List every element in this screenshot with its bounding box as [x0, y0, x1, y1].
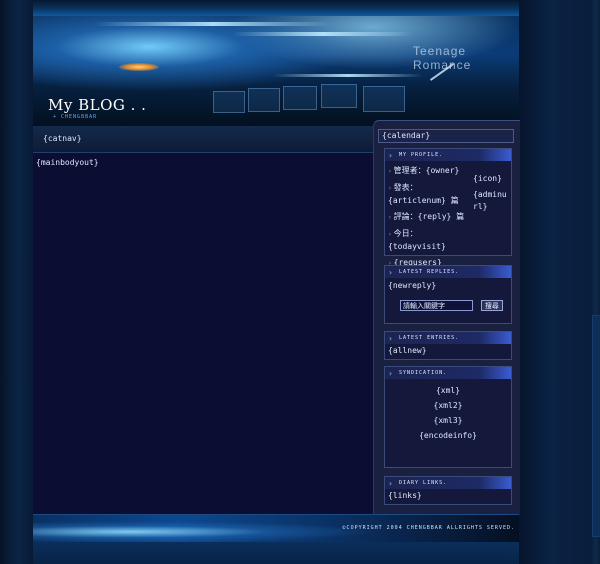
profile-item: › 評論：{reply} 篇: [388, 212, 465, 221]
bullet-icon: ›: [388, 185, 392, 192]
syndication-link-xml2[interactable]: {xml2}: [385, 400, 511, 412]
main-body: {mainbodyout}: [36, 158, 99, 167]
search-button[interactable]: 搜尋: [480, 300, 503, 311]
banner-light-rail: [233, 32, 413, 36]
right-gutter: [519, 0, 600, 564]
sidebar: {calendar} › MY PROFILE. › 管理者：{owner} › 發…: [373, 120, 520, 515]
top-strip: [33, 0, 519, 16]
entries-panel: › LATEST ENTRIES. {allnew}: [384, 331, 512, 360]
banner-lamp: [119, 63, 159, 71]
replies-header: › LATEST REPLIES.: [385, 266, 511, 278]
banner-window: [363, 86, 405, 112]
scrollbar-thumb[interactable]: [592, 315, 600, 537]
links-heading: DIARY LINKS.: [399, 480, 448, 486]
footer: ©COPYRIGHT 2004 CHENGBBAR ALLRIGHTS SERV…: [33, 514, 519, 543]
links-panel: › DIARY LINKS. {links}: [384, 476, 512, 505]
blog-subtitle: + CHENGBBAR: [53, 114, 98, 120]
all-new: {allnew}: [388, 346, 427, 355]
profile-icon: {icon}: [473, 174, 502, 183]
bullet-icon: ›: [388, 231, 392, 238]
calendar[interactable]: {calendar}: [378, 129, 514, 143]
profile-heading: MY PROFILE.: [399, 152, 444, 158]
syndication-panel: › SYNDICATION. {xml} {xml2} {xml3} {enco…: [384, 366, 512, 468]
profile-item: › 發表：{articlenum} 篇: [388, 183, 459, 205]
copyright: ©COPYRIGHT 2004 CHENGBBAR ALLRIGHTS SERV…: [342, 525, 515, 531]
profile-icon-column: {icon} {adminurl}: [473, 173, 509, 213]
left-gutter: [0, 0, 33, 564]
category-nav[interactable]: {catnav}: [33, 126, 373, 153]
banner-window: [321, 84, 357, 108]
encode-info: {encodeinfo}: [419, 431, 477, 440]
replies-panel: › LATEST REPLIES. {newreply} 搜尋: [384, 265, 512, 324]
banner-window: [248, 88, 280, 112]
profile-header: › MY PROFILE.: [385, 149, 511, 161]
entries-heading: LATEST ENTRIES.: [399, 335, 460, 341]
bullet-icon: ›: [388, 168, 392, 175]
profile-item: › 管理者：{owner}: [388, 166, 460, 175]
banner-window: [283, 86, 317, 110]
syndication-heading: SYNDICATION.: [399, 370, 448, 376]
replies-heading: LATEST REPLIES.: [399, 269, 460, 275]
admin-link[interactable]: {adminurl}: [473, 189, 509, 213]
header-banner: Teenage Romance My BLOG . . + CHENGBBAR: [33, 16, 519, 126]
diary-links[interactable]: {links}: [385, 489, 511, 502]
syndication-header: › SYNDICATION.: [385, 367, 511, 379]
scrollbar[interactable]: [591, 0, 600, 564]
banner-light-rail: [273, 74, 423, 77]
syndication-link-xml[interactable]: {xml}: [385, 385, 511, 397]
banner-light-rail: [93, 22, 333, 26]
new-reply: {newreply}: [388, 281, 437, 290]
bullet-icon: ›: [388, 214, 392, 221]
profile-panel: › MY PROFILE. › 管理者：{owner} › 發表：{articlen…: [384, 148, 512, 280]
search-row: 搜尋: [400, 300, 503, 311]
syndication-list: {xml} {xml2} {xml3} {encodeinfo}: [385, 379, 511, 442]
main-column: {catnav} {mainbodyout}: [33, 126, 373, 514]
links-header: › DIARY LINKS.: [385, 477, 511, 489]
banner-tagline: Teenage Romance: [413, 44, 472, 72]
blog-title[interactable]: My BLOG . .: [48, 96, 146, 114]
syndication-link-xml3[interactable]: {xml3}: [385, 415, 511, 427]
profile-body: › 管理者：{owner} › 發表：{articlenum} 篇 › 評論：{rep…: [385, 161, 511, 280]
page-frame: Teenage Romance My BLOG . . + CHENGBBAR …: [33, 0, 520, 564]
search-input[interactable]: [400, 300, 473, 311]
banner-window: [213, 91, 245, 113]
replies-body: {newreply} 搜尋: [385, 278, 511, 321]
profile-item: › 今日：{todayvisit}: [388, 229, 446, 251]
bottom-strip: [33, 542, 519, 564]
entries-header: › LATEST ENTRIES.: [385, 332, 511, 344]
